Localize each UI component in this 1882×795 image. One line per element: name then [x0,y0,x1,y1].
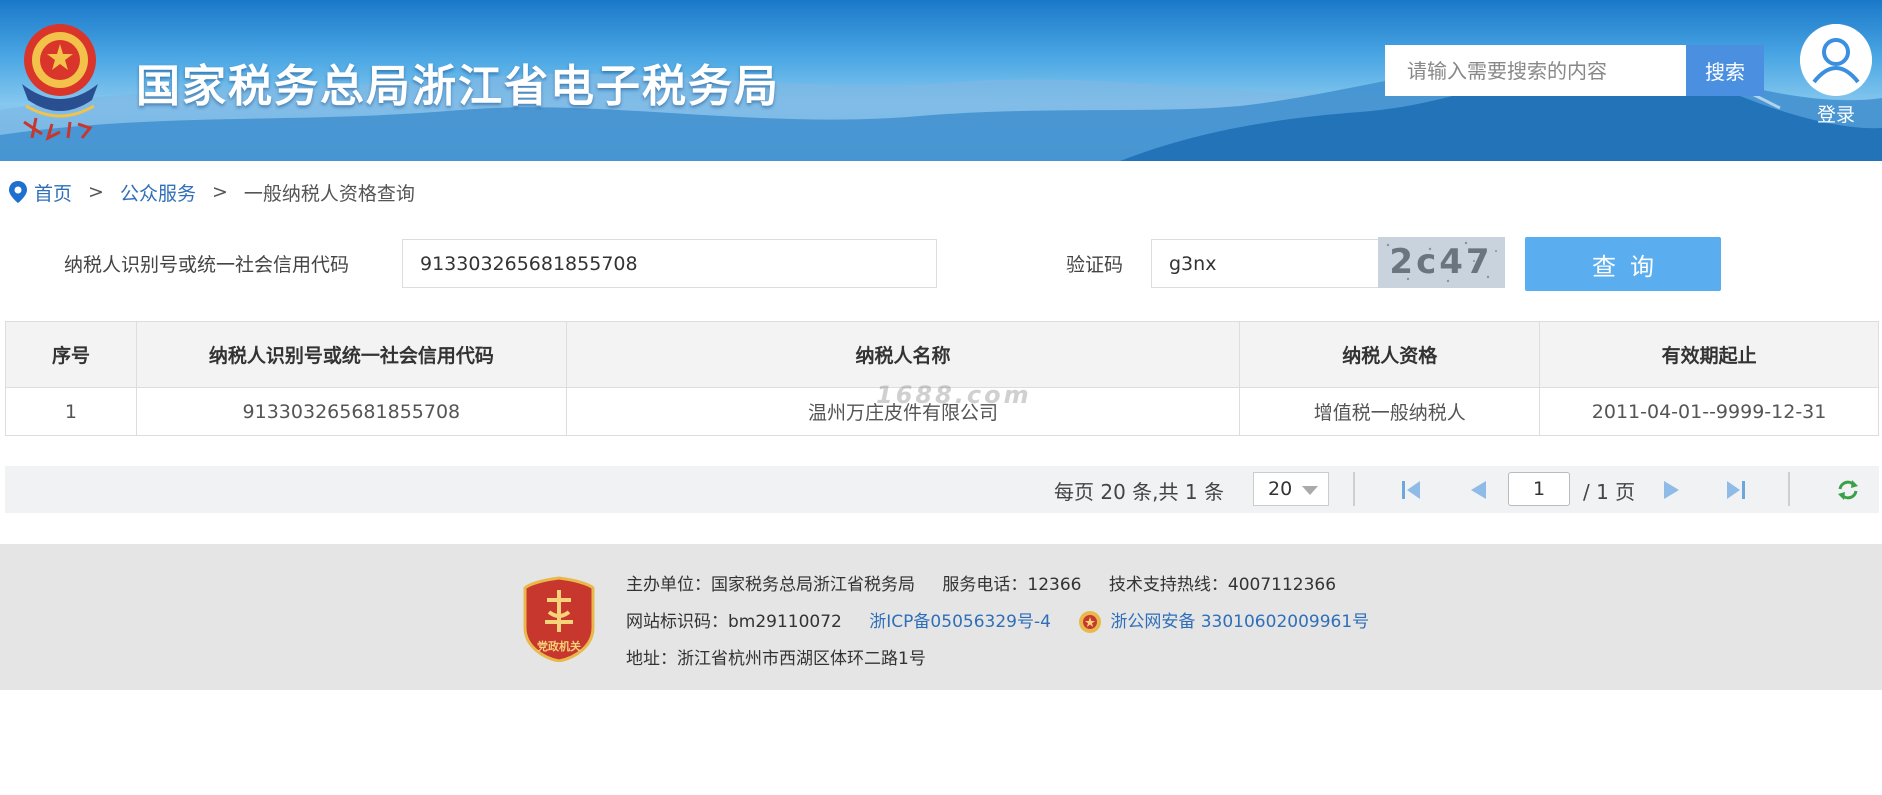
chevron-down-icon [1302,486,1318,495]
page-size-value: 20 [1268,478,1293,500]
breadcrumb: 首页 > 公众服务 > 一般纳税人资格查询 [8,178,415,206]
site-header: 国家税务总局浙江省电子税务局 搜索 登录 [0,0,1882,161]
pagination-summary: 每页 20 条,共 1 条 [1054,480,1224,504]
site-title: 国家税务总局浙江省电子税务局 [136,61,780,112]
breadcrumb-public-service-link[interactable]: 公众服务 [120,179,196,206]
footer-line-3: 地址：浙江省杭州市西湖区体环二路1号 [626,644,948,669]
first-page-icon[interactable] [1398,477,1424,503]
footer-hotline: 技术支持热线：4007112366 [1108,575,1337,595]
cell-taxpayer-id: 913303265681855708 [135,387,567,436]
cell-index: 1 [5,387,137,436]
taxpayer-id-label: 纳税人识别号或统一社会信用代码 [64,254,350,276]
site-search-button[interactable]: 搜索 [1686,45,1764,96]
previous-page-icon[interactable] [1465,477,1491,503]
party-government-badge[interactable]: 党政机关 [523,576,595,662]
footer-line-1: 主办单位：国家税务总局浙江省税务局 服务电话：12366 技术支持热线：4007… [626,570,1358,595]
breadcrumb-current: 一般纳税人资格查询 [243,182,415,205]
pager-divider [1788,472,1790,506]
last-page-icon[interactable] [1723,477,1749,503]
results-table: 序号 纳税人识别号或统一社会信用代码 纳税人名称 纳税人资格 有效期起止 1 9… [5,321,1879,436]
current-page-input[interactable] [1508,472,1570,506]
breadcrumb-separator: > [211,181,228,203]
column-header-validity: 有效期起止 [1539,321,1879,388]
cell-validity: 2011-04-01--9999-12-31 [1539,387,1879,436]
footer-address: 地址：浙江省杭州市西湖区体环二路1号 [626,649,926,669]
query-button[interactable]: 查询 [1525,237,1721,291]
site-search-input[interactable] [1385,45,1686,96]
taxpayer-id-input[interactable] [402,239,937,288]
table-header-row: 序号 纳税人识别号或统一社会信用代码 纳税人名称 纳税人资格 有效期起止 [5,321,1879,388]
footer-icp-link[interactable]: 浙ICP备05056329号-4 [869,612,1051,632]
captcha-label: 验证码 [1066,254,1124,276]
refresh-icon[interactable] [1835,477,1861,503]
cell-taxpayer-name: 温州万庄皮件有限公司 [565,387,1241,436]
column-header-index: 序号 [5,321,137,388]
cell-qualification: 增值税一般纳税人 [1239,387,1541,436]
column-header-taxpayer-name: 纳税人名称 [565,321,1241,388]
footer-phone: 服务电话：12366 [942,575,1082,595]
next-page-icon[interactable] [1659,477,1685,503]
page-size-select[interactable]: 20 [1253,472,1329,506]
location-pin-icon [9,181,27,203]
login-link[interactable]: 登录 [1800,100,1872,127]
footer-line-2: 网站标识码：bm29110072 浙ICP备05056329号-4 浙公网安备 … [626,607,1391,634]
column-header-taxpayer-id: 纳税人识别号或统一社会信用代码 [135,321,567,388]
captcha-input[interactable] [1151,239,1379,288]
badge-text: 党政机关 [537,639,581,653]
table-row: 1 913303265681855708 温州万庄皮件有限公司 增值税一般纳税人… [5,387,1879,436]
breadcrumb-home-link[interactable]: 首页 [34,179,72,206]
police-emblem-icon [1079,611,1102,633]
footer-site-code: 网站标识码：bm29110072 [626,612,842,632]
column-header-qualification: 纳税人资格 [1239,321,1541,388]
captcha-text: 2c47 [1389,242,1492,282]
site-footer: 党政机关 主办单位：国家税务总局浙江省税务局 服务电话：12366 技术支持热线… [0,544,1882,690]
pagination-bar: 每页 20 条,共 1 条 20 / 1 页 [5,466,1879,513]
user-avatar-icon[interactable] [1800,24,1872,96]
total-pages: / 1 页 [1583,480,1636,504]
captcha-image[interactable]: 2c47 [1378,237,1505,288]
footer-host: 主办单位：国家税务总局浙江省税务局 [626,575,915,595]
footer-police-link[interactable]: 浙公网安备 33010602009961号 [1110,612,1369,632]
pager-divider [1353,472,1355,506]
breadcrumb-separator: > [88,181,104,203]
national-emblem-logo [22,24,98,141]
